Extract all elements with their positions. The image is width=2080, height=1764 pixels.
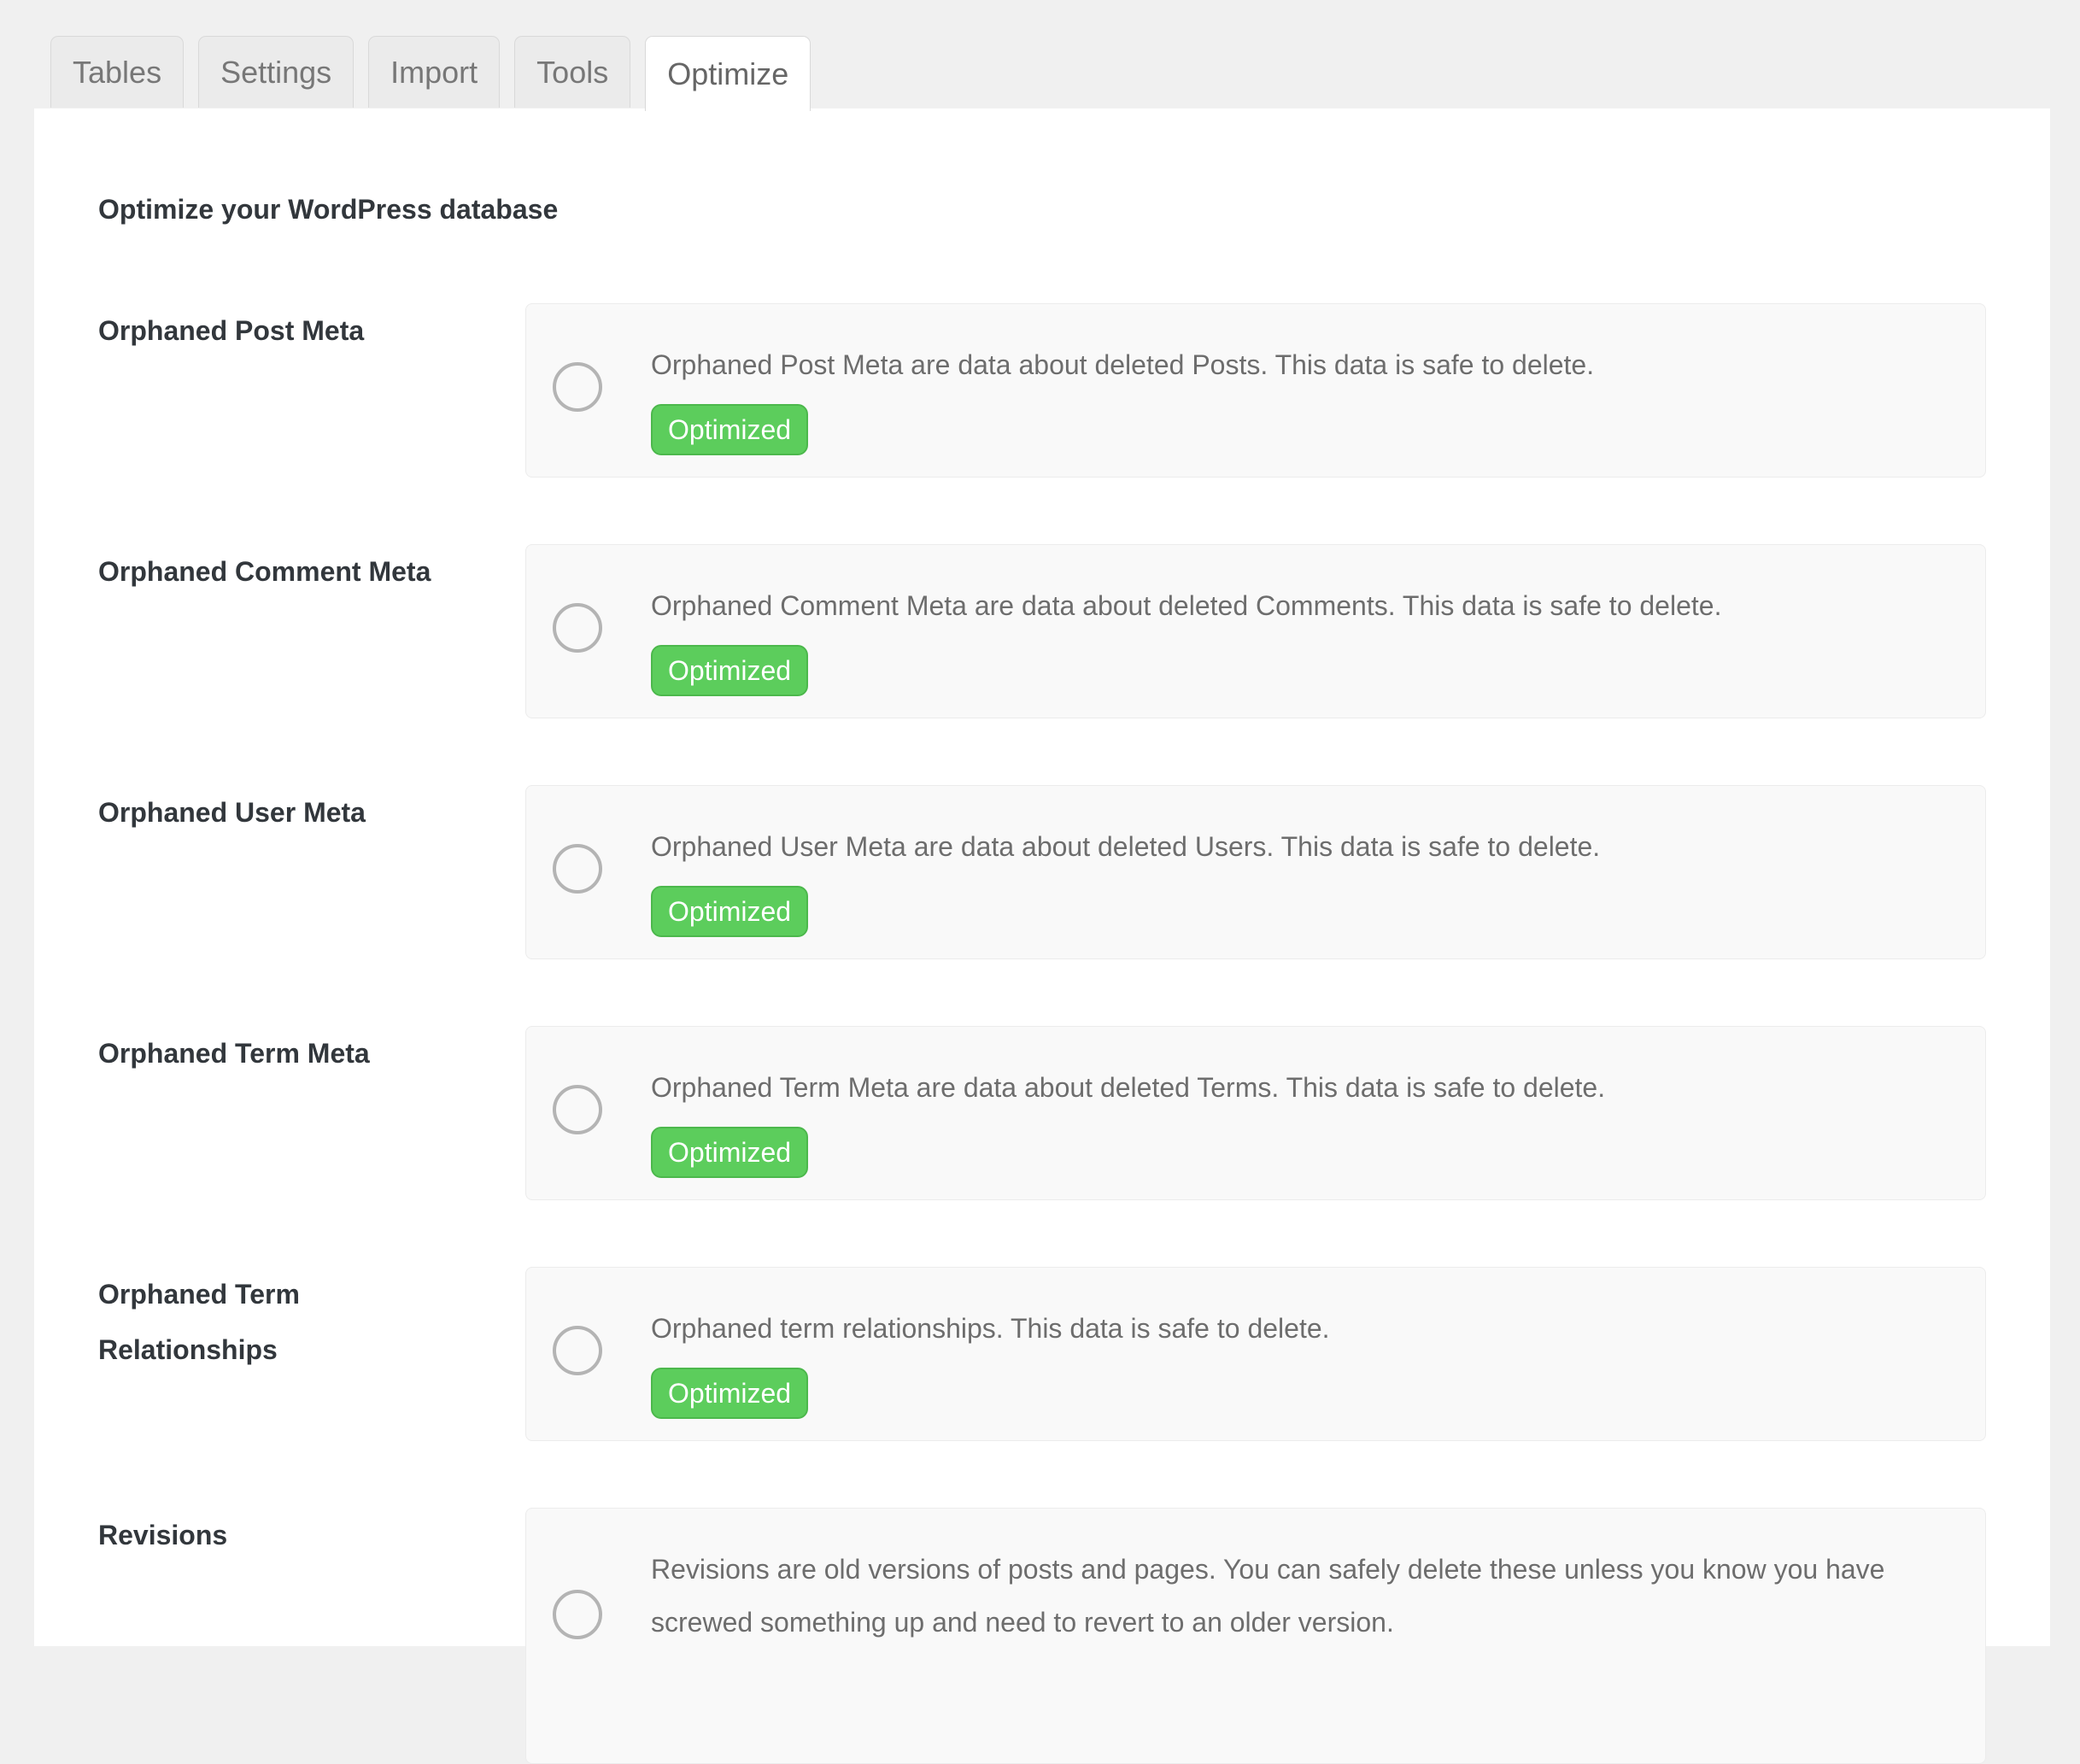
optimize-panel: Optimize your WordPress database Orphane… bbox=[34, 108, 2050, 1764]
radio-circle-icon[interactable] bbox=[553, 1590, 602, 1639]
card-orphaned-user-meta: Orphaned User Meta are data about delete… bbox=[525, 785, 1986, 959]
status-badge: Optimized bbox=[651, 886, 809, 937]
radio-circle-icon[interactable] bbox=[553, 362, 602, 412]
tab-tools[interactable]: Tools bbox=[514, 36, 631, 108]
page-heading: Optimize your WordPress database bbox=[98, 194, 559, 225]
status-badge: Optimized bbox=[651, 1368, 809, 1419]
tab-optimize[interactable]: Optimize bbox=[645, 36, 811, 111]
tab-import[interactable]: Import bbox=[368, 36, 501, 108]
row-description: Revisions are old versions of posts and … bbox=[651, 1554, 1885, 1638]
card-orphaned-term-meta: Orphaned Term Meta are data about delete… bbox=[525, 1026, 1986, 1200]
card-revisions: Revisions are old versions of posts and … bbox=[525, 1508, 1986, 1764]
row-description: Orphaned User Meta are data about delete… bbox=[651, 831, 1601, 862]
radio-circle-icon[interactable] bbox=[553, 844, 602, 894]
status-badge: Optimized bbox=[651, 645, 809, 696]
radio-circle-icon[interactable] bbox=[553, 603, 602, 653]
card-orphaned-post-meta: Orphaned Post Meta are data about delete… bbox=[525, 303, 1986, 478]
card-orphaned-term-relationships: Orphaned term relationships. This data i… bbox=[525, 1267, 1986, 1441]
row-label-orphaned-term-meta: Orphaned Term Meta bbox=[98, 1038, 370, 1069]
status-badge: Optimized bbox=[651, 404, 809, 455]
tab-settings[interactable]: Settings bbox=[198, 36, 354, 108]
row-description: Orphaned Comment Meta are data about del… bbox=[651, 590, 1722, 621]
row-label-orphaned-term-relationships: Orphaned Term Relationships bbox=[98, 1279, 300, 1365]
radio-circle-icon[interactable] bbox=[553, 1326, 602, 1375]
row-label-orphaned-post-meta: Orphaned Post Meta bbox=[98, 315, 365, 346]
radio-circle-icon[interactable] bbox=[553, 1085, 602, 1134]
row-description: Orphaned term relationships. This data i… bbox=[651, 1313, 1330, 1344]
tab-bar: Tables Settings Import Tools Optimize bbox=[50, 36, 811, 111]
row-label-orphaned-user-meta: Orphaned User Meta bbox=[98, 797, 366, 828]
status-badge: Optimized bbox=[651, 1127, 809, 1178]
card-orphaned-comment-meta: Orphaned Comment Meta are data about del… bbox=[525, 544, 1986, 718]
row-description: Orphaned Term Meta are data about delete… bbox=[651, 1072, 1606, 1103]
tab-tables[interactable]: Tables bbox=[50, 36, 185, 108]
row-description: Orphaned Post Meta are data about delete… bbox=[651, 349, 1595, 380]
row-label-orphaned-comment-meta: Orphaned Comment Meta bbox=[98, 556, 431, 587]
row-label-revisions: Revisions bbox=[98, 1520, 228, 1550]
